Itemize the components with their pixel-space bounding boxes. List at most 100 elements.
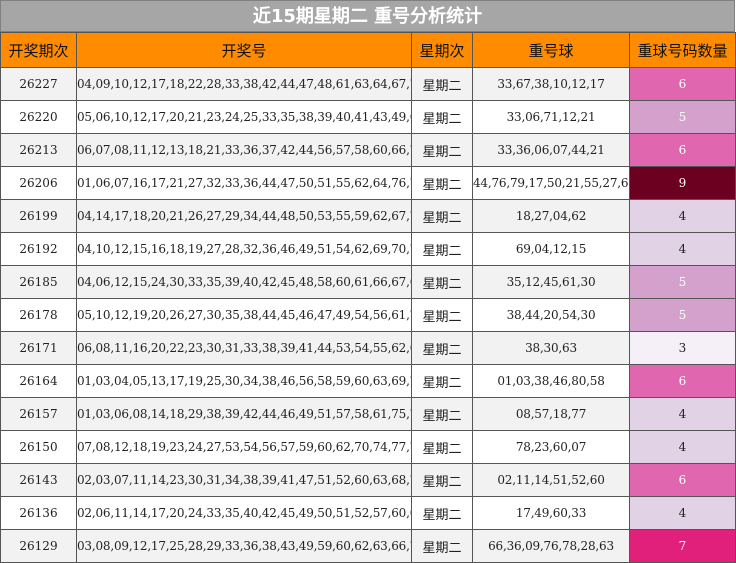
repeat-number-table: 开奖期次 开奖号 星期次 重号球 重球号码数量 26227 04,09,10,12… [0,32,736,563]
repeat-count-cell: 9 [629,166,736,200]
table-row: 26199 04,14,17,18,20,21,26,27,29,34,44,48… [0,199,736,233]
repeat-count-cell: 5 [629,100,736,134]
repeat-count-cell: 6 [629,133,736,167]
header-row: 开奖期次 开奖号 星期次 重号球 重球号码数量 [0,32,736,68]
table-title: 近15期星期二 重号分析统计 [0,0,735,32]
period-cell: 26220 [0,100,77,134]
repeat-count-cell: 6 [629,463,736,497]
weekday-cell: 星期二 [411,265,473,299]
repeat-numbers-cell: 44,76,79,17,50,21,55,27,62 [472,166,630,200]
repeat-numbers-cell: 33,67,38,10,12,17 [472,67,630,101]
header-count: 重球号码数量 [629,32,736,68]
repeat-count-cell: 4 [629,430,736,464]
draw-numbers-cell: 06,07,08,11,12,13,18,21,33,36,37,42,44,5… [76,133,412,167]
period-cell: 26206 [0,166,77,200]
period-cell: 26129 [0,529,77,563]
repeat-numbers-cell: 01,03,38,46,80,58 [472,364,630,398]
table-row: 26220 05,06,10,12,17,20,21,23,24,25,33,35… [0,100,736,134]
period-cell: 26213 [0,133,77,167]
table-row: 26157 01,03,06,08,14,18,29,38,39,42,44,46… [0,397,736,431]
repeat-numbers-cell: 35,12,45,61,30 [472,265,630,299]
table-row: 26136 02,06,11,14,17,20,24,33,35,40,42,45… [0,496,736,530]
draw-numbers-cell: 03,08,09,12,17,25,28,29,33,36,38,43,49,5… [76,529,412,563]
period-cell: 26192 [0,232,77,266]
repeat-count-cell: 6 [629,364,736,398]
repeat-numbers-cell: 66,36,09,76,78,28,63 [472,529,630,563]
period-cell: 26171 [0,331,77,365]
repeat-count-cell: 4 [629,496,736,530]
repeat-numbers-cell: 18,27,04,62 [472,199,630,233]
table-row: 26150 07,08,12,18,19,23,24,27,53,54,56,57… [0,430,736,464]
weekday-cell: 星期二 [411,397,473,431]
repeat-numbers-cell: 38,44,20,54,30 [472,298,630,332]
table-row: 26206 01,06,07,16,17,21,27,32,33,36,44,47… [0,166,736,200]
repeat-count-cell: 7 [629,529,736,563]
draw-numbers-cell: 02,03,07,11,14,23,30,31,34,38,39,41,47,5… [76,463,412,497]
repeat-count-cell: 4 [629,397,736,431]
repeat-count-cell: 4 [629,232,736,266]
weekday-cell: 星期二 [411,463,473,497]
header-period: 开奖期次 [0,32,77,68]
weekday-cell: 星期二 [411,529,473,563]
repeat-numbers-cell: 33,36,06,07,44,21 [472,133,630,167]
period-cell: 26150 [0,430,77,464]
repeat-count-cell: 6 [629,67,736,101]
repeat-count-cell: 3 [629,331,736,365]
draw-numbers-cell: 04,06,12,15,24,30,33,35,39,40,42,45,48,5… [76,265,412,299]
weekday-cell: 星期二 [411,232,473,266]
repeat-count-cell: 4 [629,199,736,233]
weekday-cell: 星期二 [411,430,473,464]
weekday-cell: 星期二 [411,166,473,200]
repeat-numbers-cell: 69,04,12,15 [472,232,630,266]
draw-numbers-cell: 07,08,12,18,19,23,24,27,53,54,56,57,59,6… [76,430,412,464]
weekday-cell: 星期二 [411,298,473,332]
draw-numbers-cell: 05,10,12,19,20,26,27,30,35,38,44,45,46,4… [76,298,412,332]
period-cell: 26136 [0,496,77,530]
stats-table-container: 近15期星期二 重号分析统计 开奖期次 开奖号 星期次 重号球 重球号码数量 2… [0,0,736,563]
table-row: 26192 04,10,12,15,16,18,19,27,28,32,36,46… [0,232,736,266]
weekday-cell: 星期二 [411,496,473,530]
weekday-cell: 星期二 [411,331,473,365]
period-cell: 26227 [0,67,77,101]
weekday-cell: 星期二 [411,67,473,101]
period-cell: 26143 [0,463,77,497]
period-cell: 26164 [0,364,77,398]
draw-numbers-cell: 02,06,11,14,17,20,24,33,35,40,42,45,49,5… [76,496,412,530]
draw-numbers-cell: 01,03,04,05,13,17,19,25,30,34,38,46,56,5… [76,364,412,398]
repeat-numbers-cell: 02,11,14,51,52,60 [472,463,630,497]
header-weekday: 星期次 [411,32,473,68]
repeat-numbers-cell: 33,06,71,12,21 [472,100,630,134]
weekday-cell: 星期二 [411,199,473,233]
table-body: 26227 04,09,10,12,17,18,22,28,33,38,42,44… [0,67,736,563]
table-row: 26213 06,07,08,11,12,13,18,21,33,36,37,42… [0,133,736,167]
draw-numbers-cell: 05,06,10,12,17,20,21,23,24,25,33,35,38,3… [76,100,412,134]
header-repeat: 重号球 [472,32,630,68]
table-row: 26164 01,03,04,05,13,17,19,25,30,34,38,46… [0,364,736,398]
repeat-numbers-cell: 08,57,18,77 [472,397,630,431]
repeat-count-cell: 5 [629,298,736,332]
period-cell: 26178 [0,298,77,332]
header-numbers: 开奖号 [76,32,412,68]
repeat-numbers-cell: 38,30,63 [472,331,630,365]
repeat-numbers-cell: 17,49,60,33 [472,496,630,530]
table-row: 26185 04,06,12,15,24,30,33,35,39,40,42,45… [0,265,736,299]
draw-numbers-cell: 01,06,07,16,17,21,27,32,33,36,44,47,50,5… [76,166,412,200]
weekday-cell: 星期二 [411,100,473,134]
repeat-numbers-cell: 78,23,60,07 [472,430,630,464]
table-row: 26143 02,03,07,11,14,23,30,31,34,38,39,41… [0,463,736,497]
table-row: 26227 04,09,10,12,17,18,22,28,33,38,42,44… [0,67,736,101]
period-cell: 26199 [0,199,77,233]
draw-numbers-cell: 06,08,11,16,20,22,23,30,31,33,38,39,41,4… [76,331,412,365]
draw-numbers-cell: 04,10,12,15,16,18,19,27,28,32,36,46,49,5… [76,232,412,266]
table-row: 26129 03,08,09,12,17,25,28,29,33,36,38,43… [0,529,736,563]
draw-numbers-cell: 04,14,17,18,20,21,26,27,29,34,44,48,50,5… [76,199,412,233]
weekday-cell: 星期二 [411,133,473,167]
period-cell: 26185 [0,265,77,299]
table-row: 26171 06,08,11,16,20,22,23,30,31,33,38,39… [0,331,736,365]
draw-numbers-cell: 04,09,10,12,17,18,22,28,33,38,42,44,47,4… [76,67,412,101]
table-row: 26178 05,10,12,19,20,26,27,30,35,38,44,45… [0,298,736,332]
weekday-cell: 星期二 [411,364,473,398]
draw-numbers-cell: 01,03,06,08,14,18,29,38,39,42,44,46,49,5… [76,397,412,431]
repeat-count-cell: 5 [629,265,736,299]
period-cell: 26157 [0,397,77,431]
